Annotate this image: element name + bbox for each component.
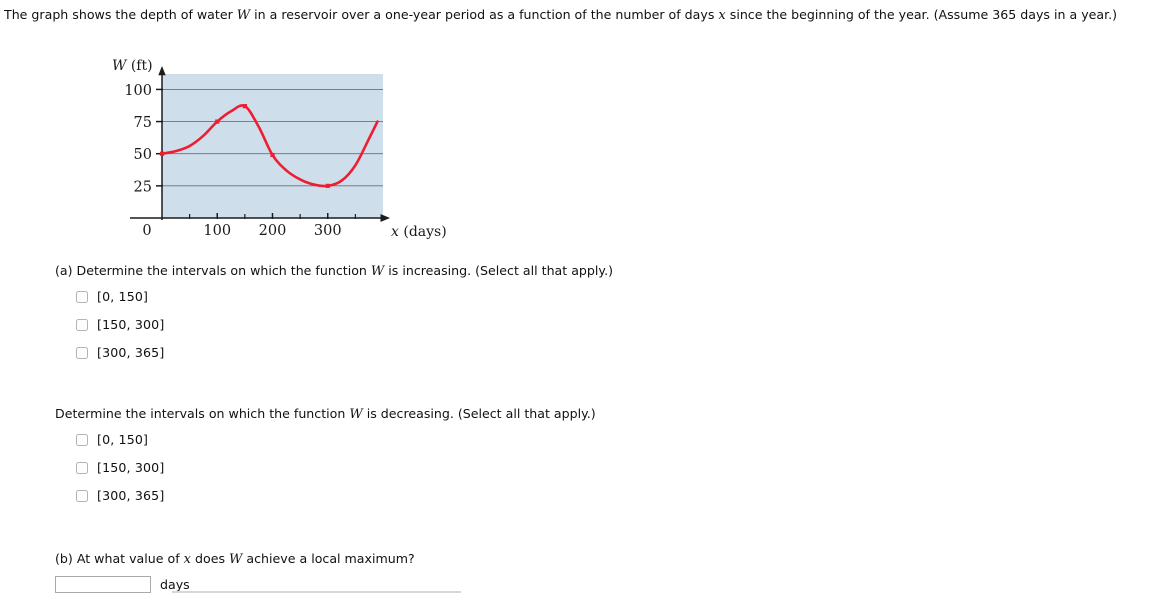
question-b-prompt: (b) At what value of x does W achieve a … bbox=[55, 551, 415, 567]
question-a2-prompt: Determine the intervals on which the fun… bbox=[55, 406, 596, 422]
choice-label: [0, 150] bbox=[97, 289, 149, 304]
question-b-prompt-suffix: achieve a local maximum? bbox=[242, 551, 415, 566]
x-axis-variable: x bbox=[391, 224, 399, 240]
y-axis-arrowhead bbox=[158, 66, 166, 76]
variable-x: x bbox=[183, 552, 191, 567]
problem-statement-text-3: since the beginning of the year. (Assume… bbox=[725, 7, 1118, 22]
graph-svg: 25 50 75 100 100 200 300 0 W (ft) x (days) bbox=[112, 58, 447, 240]
checkbox-a-0-150[interactable] bbox=[76, 290, 88, 303]
data-point-300-25 bbox=[325, 183, 330, 188]
y-tick-label-50: 50 bbox=[134, 147, 152, 163]
variable-w: W bbox=[370, 264, 385, 279]
checkbox-a2-300-365[interactable] bbox=[76, 489, 88, 502]
checkbox-a-150-300[interactable] bbox=[76, 318, 88, 331]
local-maximum-answer-input[interactable] bbox=[55, 576, 151, 593]
choice-label: [300, 365] bbox=[97, 488, 165, 503]
data-point-200-49 bbox=[270, 152, 275, 158]
x-axis-unit: (days) bbox=[399, 224, 447, 240]
choice-label: [0, 150] bbox=[97, 432, 149, 447]
choice-label: [150, 300] bbox=[97, 460, 165, 475]
y-tick-label-25: 25 bbox=[134, 179, 152, 195]
x-tick-label-300: 300 bbox=[314, 223, 342, 239]
data-point-100-75 bbox=[215, 119, 220, 124]
question-a2-prompt-prefix: Determine the intervals on which the fun… bbox=[55, 406, 350, 421]
variable-w: W bbox=[229, 552, 243, 567]
data-point-0-50 bbox=[159, 151, 165, 156]
answer-units-label: days bbox=[160, 577, 190, 592]
x-tick-label-200: 200 bbox=[259, 223, 287, 239]
question-a2-prompt-suffix: is decreasing. (Select all that apply.) bbox=[362, 406, 596, 421]
question-b-prompt-mid: does bbox=[191, 551, 230, 566]
choice-row[interactable]: [150, 300] bbox=[55, 316, 613, 333]
y-axis-tick-labels: 25 50 75 100 bbox=[124, 83, 152, 195]
x-axis-arrowhead bbox=[380, 214, 390, 222]
y-tick-label-100: 100 bbox=[124, 83, 152, 99]
question-b-local-maximum: (b) At what value of x does W achieve a … bbox=[55, 551, 415, 593]
choice-row[interactable]: [150, 300] bbox=[55, 459, 596, 476]
choice-row[interactable]: [300, 365] bbox=[55, 487, 596, 504]
choice-row[interactable]: [0, 150] bbox=[55, 288, 613, 305]
question-a-prompt: (a) Determine the intervals on which the… bbox=[55, 263, 613, 279]
question-a-prompt-prefix: (a) Determine the intervals on which the… bbox=[55, 263, 371, 278]
question-a-decreasing: Determine the intervals on which the fun… bbox=[55, 406, 596, 504]
x-tick-label-100: 100 bbox=[203, 223, 231, 239]
checkbox-a2-150-300[interactable] bbox=[76, 461, 88, 474]
x-axis-title: x (days) bbox=[391, 224, 447, 240]
y-tick-label-75: 75 bbox=[134, 115, 152, 131]
variable-x: x bbox=[718, 8, 726, 23]
bottom-divider bbox=[172, 591, 461, 593]
choice-label: [150, 300] bbox=[97, 317, 165, 332]
question-a-prompt-suffix: is increasing. (Select all that apply.) bbox=[384, 263, 613, 278]
variable-w: W bbox=[236, 8, 251, 23]
data-point-150-87 bbox=[242, 104, 247, 109]
variable-w: W bbox=[349, 407, 363, 422]
problem-statement-text-1: The graph shows the depth of water bbox=[4, 7, 237, 22]
water-depth-graph-figure: 25 50 75 100 100 200 300 0 W (ft) x (days) bbox=[100, 58, 460, 248]
y-axis-title: W (ft) bbox=[112, 58, 153, 74]
checkbox-a-300-365[interactable] bbox=[76, 346, 88, 359]
problem-statement-text-2: in a reservoir over a one-year period as… bbox=[250, 7, 719, 22]
checkbox-a2-0-150[interactable] bbox=[76, 433, 88, 446]
question-b-prompt-prefix: (b) At what value of bbox=[55, 551, 184, 566]
y-axis-unit: (ft) bbox=[126, 58, 152, 74]
choice-label: [300, 365] bbox=[97, 345, 165, 360]
x-axis-tick-labels: 100 200 300 bbox=[203, 223, 341, 239]
choice-row[interactable]: [300, 365] bbox=[55, 344, 613, 361]
question-a-increasing: (a) Determine the intervals on which the… bbox=[55, 263, 613, 361]
origin-label: 0 bbox=[142, 223, 151, 239]
problem-statement: The graph shows the depth of water W in … bbox=[4, 5, 1134, 26]
choice-row[interactable]: [0, 150] bbox=[55, 431, 596, 448]
plot-area-background bbox=[162, 74, 383, 218]
